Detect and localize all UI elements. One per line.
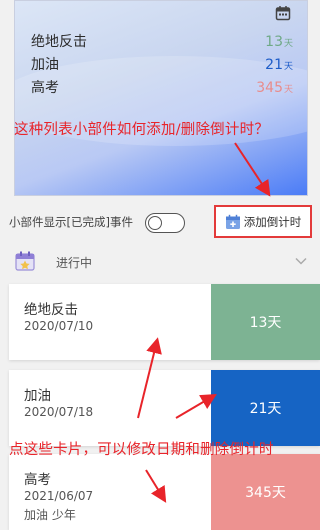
add-countdown-button[interactable]: 添加倒计时 (214, 205, 312, 238)
widget-preview: 绝地反击 13天 加油 21天 高考 345天 (14, 0, 308, 196)
calendar-icon (275, 6, 291, 21)
card-name: 高考 (24, 472, 51, 488)
section-calendar-icon (15, 251, 35, 271)
widget-row-days: 13天 (265, 34, 293, 50)
card-days: 345天 (211, 454, 320, 530)
card-name: 绝地反击 (24, 302, 78, 318)
widget-row-days: 345天 (256, 80, 293, 96)
add-countdown-label: 添加倒计时 (243, 214, 302, 229)
card-date: 2020/07/18 (24, 405, 94, 419)
widget-row: 加油 21天 (31, 54, 293, 76)
card-note: 加油 少年 (24, 508, 76, 522)
widget-row-days: 21天 (265, 57, 293, 73)
chevron-down-icon[interactable] (294, 254, 308, 268)
show-completed-toggle[interactable] (145, 213, 185, 233)
widget-row-name: 绝地反击 (31, 34, 87, 50)
widget-row-name: 加油 (31, 57, 59, 73)
countdown-card[interactable]: 加油 2020/07/18 21天 (9, 370, 320, 446)
card-date: 2021/06/07 (24, 489, 94, 503)
toggle-knob (148, 215, 162, 230)
widget-row-name: 高考 (31, 80, 59, 96)
card-date: 2020/07/10 (24, 319, 94, 333)
toggle-label: 小部件显示[已完成]事件 (9, 215, 133, 229)
annotation-top: 这种列表小部件如何添加/删除倒计时？ (14, 122, 269, 138)
section-header[interactable]: 进行中 (0, 246, 320, 278)
widget-row: 绝地反击 13天 (31, 31, 293, 53)
card-days: 21天 (211, 370, 320, 446)
countdown-card[interactable]: 绝地反击 2020/07/10 13天 (9, 284, 320, 360)
annotation-bottom: 点这些卡片，可以修改日期和删除倒计时 (9, 442, 274, 458)
widget-row: 高考 345天 (31, 77, 293, 99)
section-title: 进行中 (56, 256, 93, 270)
card-days: 13天 (211, 284, 320, 360)
card-name: 加油 (24, 388, 51, 404)
countdown-card[interactable]: 高考 2021/06/07 加油 少年 345天 (9, 454, 320, 530)
add-calendar-icon (225, 214, 240, 229)
